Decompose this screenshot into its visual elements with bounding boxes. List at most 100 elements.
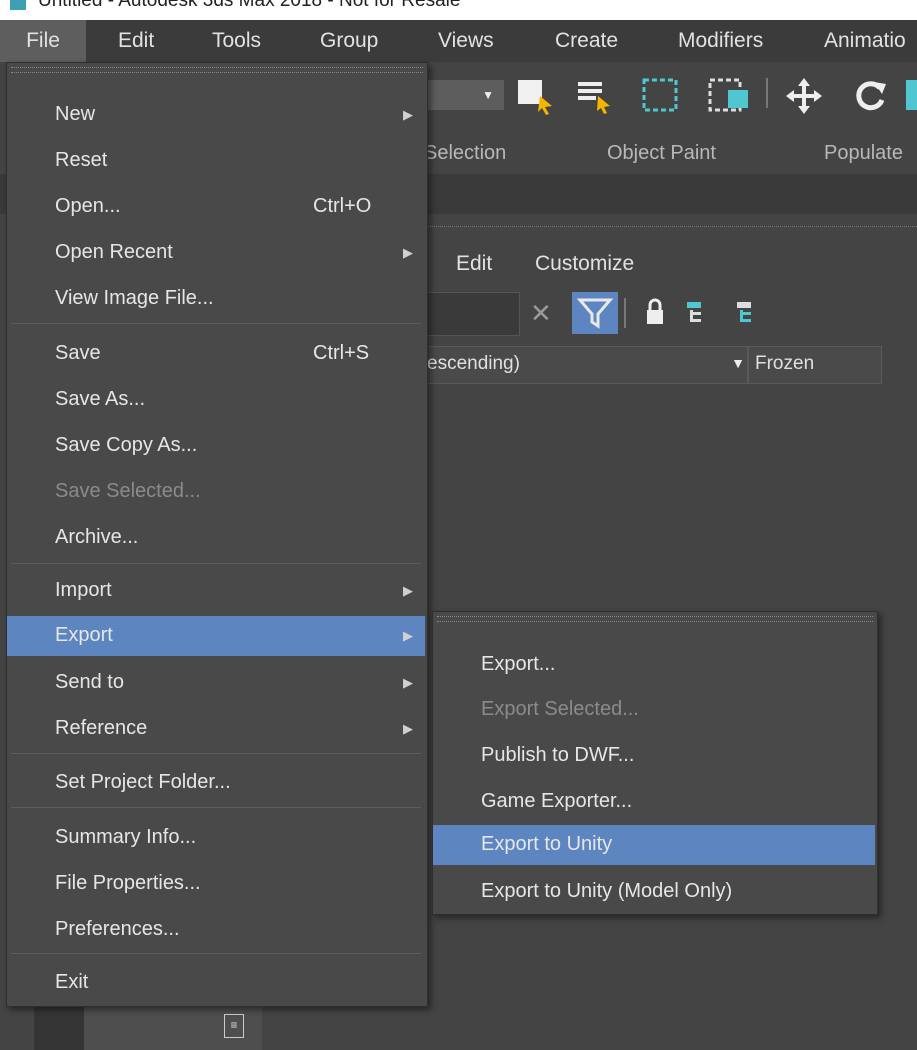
- menu-edit[interactable]: Edit: [118, 20, 154, 62]
- selection-filter-dropdown[interactable]: ▼: [426, 80, 504, 110]
- menu-item-label: Save As...: [55, 388, 146, 410]
- file-menu-send-to[interactable]: Send to ▶: [7, 663, 425, 703]
- menu-bar: File Edit Tools Group Views Create Modif…: [0, 20, 917, 62]
- window-crossing-icon[interactable]: [706, 74, 754, 126]
- app-icon: [10, 0, 26, 10]
- hierarchy-collapse-icon[interactable]: [734, 298, 760, 336]
- explorer-separator: [624, 298, 626, 328]
- file-menu-set-project-folder[interactable]: Set Project Folder...: [7, 763, 425, 803]
- menu-item-label: Exit: [55, 971, 89, 993]
- dropdown-arrow-icon: ▼: [482, 88, 494, 102]
- menu-separator: [11, 807, 421, 808]
- file-menu-import[interactable]: Import ▶: [7, 571, 425, 611]
- menu-create[interactable]: Create: [555, 20, 618, 62]
- submenu-arrow-icon: ▶: [403, 628, 413, 643]
- file-menu-open-recent[interactable]: Open Recent ▶: [7, 233, 425, 273]
- menu-group[interactable]: Group: [320, 20, 378, 62]
- menu-item-label: Reset: [55, 149, 108, 171]
- menu-file[interactable]: File: [0, 20, 86, 62]
- export-submenu: Export... Export Selected... Publish to …: [432, 611, 878, 915]
- menu-item-label: Import: [55, 579, 112, 601]
- scene-search-input[interactable]: [426, 292, 520, 336]
- lock-icon[interactable]: [644, 298, 666, 336]
- submenu-arrow-icon: ▶: [403, 107, 413, 122]
- menu-item-label: Open Recent: [55, 241, 173, 263]
- column-header-name[interactable]: escending) ▼: [426, 346, 748, 384]
- export-submenu-export[interactable]: Export...: [433, 645, 875, 685]
- menu-item-label: Summary Info...: [55, 826, 197, 848]
- ribbon-tab-populate[interactable]: Populate: [824, 142, 903, 165]
- scene-explorer-menu-edit[interactable]: Edit: [456, 252, 492, 276]
- submenu-arrow-icon: ▶: [403, 583, 413, 598]
- file-menu-save-copy-as[interactable]: Save Copy As...: [7, 426, 425, 466]
- menu-item-label: Save: [55, 342, 101, 364]
- menu-separator: [11, 323, 421, 324]
- submenu-item-label: Export...: [481, 653, 556, 675]
- hierarchy-expand-icon[interactable]: [684, 298, 710, 336]
- menu-separator: [11, 953, 421, 954]
- menu-item-label: New: [55, 103, 96, 125]
- file-menu-summary-info[interactable]: Summary Info...: [7, 818, 425, 858]
- file-menu-open[interactable]: Open... Ctrl+O: [7, 187, 425, 227]
- submenu-item-label: Export to Unity: [481, 833, 613, 855]
- column-header-frozen-label: Frozen: [755, 353, 815, 374]
- export-submenu-export-to-unity-model-only[interactable]: Export to Unity (Model Only): [433, 872, 875, 912]
- panel-grip: [426, 226, 917, 231]
- export-submenu-publish-dwf[interactable]: Publish to DWF...: [433, 736, 875, 776]
- menu-item-label: Send to: [55, 671, 124, 693]
- column-header-label: escending): [427, 353, 520, 374]
- file-menu-save[interactable]: Save Ctrl+S: [7, 334, 425, 374]
- document-icon[interactable]: ≡: [224, 1014, 244, 1038]
- clear-search-icon[interactable]: ✕: [530, 298, 552, 328]
- file-menu-save-selected: Save Selected...: [7, 472, 425, 512]
- file-menu-preferences[interactable]: Preferences...: [7, 910, 425, 950]
- scene-explorer-menu-customize[interactable]: Customize: [535, 252, 634, 276]
- rotate-icon[interactable]: [850, 74, 890, 126]
- menu-modifiers[interactable]: Modifiers: [678, 20, 763, 62]
- file-menu-exit[interactable]: Exit: [7, 963, 425, 1003]
- file-menu-save-as[interactable]: Save As...: [7, 380, 425, 420]
- menu-item-label: Archive...: [55, 526, 139, 548]
- ribbon-tab-object-paint[interactable]: Object Paint: [607, 142, 716, 165]
- window-title: Untitled - Autodesk 3ds Max 2018 - Not f…: [38, 0, 461, 11]
- move-icon[interactable]: [784, 74, 824, 126]
- select-by-name-icon[interactable]: [576, 76, 616, 124]
- submenu-item-label: Export Selected...: [481, 698, 639, 720]
- export-submenu-export-to-unity[interactable]: Export to Unity: [433, 825, 875, 865]
- export-submenu-game-exporter[interactable]: Game Exporter...: [433, 782, 875, 822]
- menu-tearoff-grip[interactable]: [11, 67, 423, 73]
- menu-item-label: Save Selected...: [55, 480, 201, 502]
- column-header-frozen[interactable]: Frozen: [748, 346, 882, 384]
- export-submenu-export-selected: Export Selected...: [433, 690, 875, 730]
- submenu-arrow-icon: ▶: [403, 245, 413, 260]
- sort-arrow-icon: ▼: [731, 355, 745, 371]
- submenu-arrow-icon: ▶: [403, 721, 413, 736]
- file-menu-view-image-file[interactable]: View Image File...: [7, 279, 425, 319]
- window-title-bar: Untitled - Autodesk 3ds Max 2018 - Not f…: [0, 0, 917, 20]
- menu-tools[interactable]: Tools: [212, 20, 261, 62]
- submenu-arrow-icon: ▶: [403, 675, 413, 690]
- scale-icon[interactable]: [906, 80, 917, 110]
- menu-item-label: Export: [55, 624, 113, 646]
- menu-item-label: File Properties...: [55, 872, 201, 894]
- file-menu-new[interactable]: New ▶: [7, 95, 425, 135]
- submenu-item-label: Publish to DWF...: [481, 744, 635, 766]
- menu-item-label: View Image File...: [55, 287, 214, 309]
- toolbar-separator: [766, 78, 768, 108]
- rectangular-selection-icon[interactable]: [640, 74, 684, 126]
- submenu-tearoff-grip[interactable]: [437, 616, 873, 622]
- file-menu-export[interactable]: Export ▶: [7, 616, 425, 656]
- menu-item-shortcut: Ctrl+O: [313, 195, 372, 217]
- menu-views[interactable]: Views: [438, 20, 494, 62]
- menu-item-label: Save Copy As...: [55, 434, 198, 456]
- ribbon-tab-selection[interactable]: Selection: [424, 142, 506, 165]
- select-object-icon[interactable]: [516, 76, 556, 124]
- menu-item-label: Reference: [55, 717, 148, 739]
- menu-animation[interactable]: Animatio: [824, 20, 906, 62]
- file-menu-reference[interactable]: Reference ▶: [7, 709, 425, 749]
- file-menu-file-properties[interactable]: File Properties...: [7, 864, 425, 904]
- filter-icon[interactable]: [572, 292, 618, 334]
- file-menu-reset[interactable]: Reset: [7, 141, 425, 181]
- file-menu: New ▶ Reset Open... Ctrl+O Open Recent ▶…: [6, 62, 428, 1007]
- file-menu-archive[interactable]: Archive...: [7, 518, 425, 558]
